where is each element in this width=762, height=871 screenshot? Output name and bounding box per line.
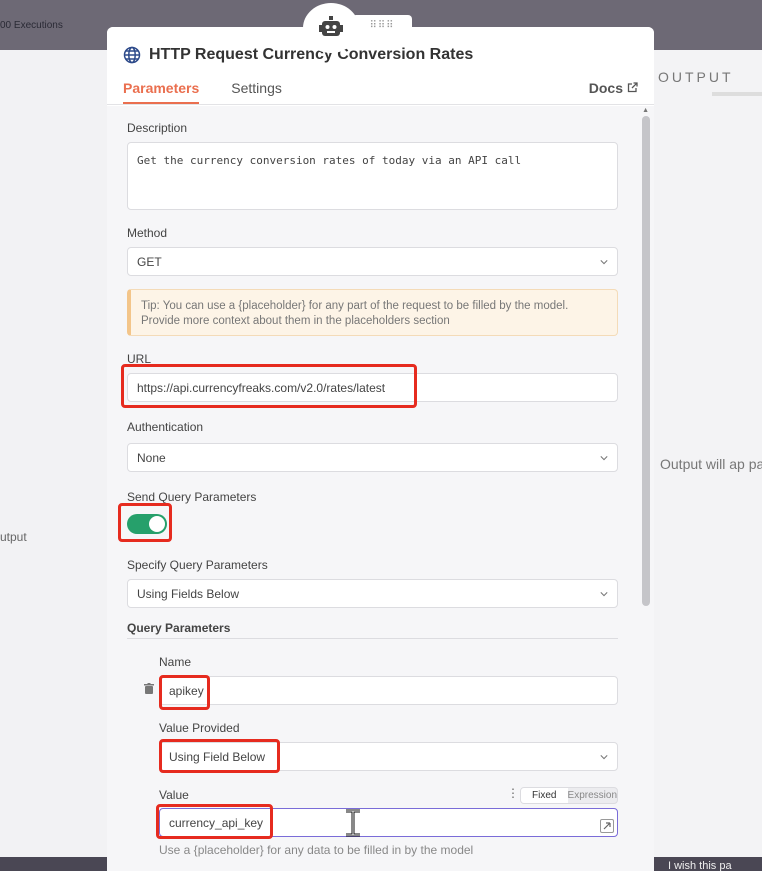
node-settings-panel: HTTP Request Currency Conversion Rates P… <box>107 27 654 871</box>
value-provided-label: Value Provided <box>159 721 240 735</box>
authentication-label: Authentication <box>127 420 204 434</box>
send-query-toggle[interactable] <box>127 514 167 534</box>
trash-icon[interactable] <box>144 681 154 699</box>
globe-icon <box>123 46 141 64</box>
specify-query-select[interactable]: Using Fields Below <box>127 579 618 608</box>
panel-title-text: HTTP Request Currency Conversion Rates <box>149 46 474 63</box>
value-provided-value: Using Field Below <box>169 749 266 764</box>
feedback-text: I wish this pa <box>668 860 732 871</box>
panel-body: ▲ Description Get the currency conversio… <box>107 106 654 871</box>
external-link-icon <box>627 80 638 96</box>
value-hint: Use a {placeholder} for any data to be f… <box>159 843 474 857</box>
robot-icon <box>303 3 359 53</box>
options-icon[interactable]: ⋮ <box>507 787 519 799</box>
text-cursor-icon <box>343 809 363 842</box>
output-panel-divider <box>712 92 762 96</box>
tabs: Parameters Settings <box>123 80 282 104</box>
panel-header: HTTP Request Currency Conversion Rates P… <box>107 27 654 105</box>
tab-settings[interactable]: Settings <box>231 80 282 104</box>
value-mode-toggle[interactable]: Fixed Expression <box>520 787 618 804</box>
chevron-down-icon <box>600 455 608 460</box>
method-select[interactable]: GET <box>127 247 618 276</box>
output-panel-hint: Output will ap parent <box>660 456 762 472</box>
chevron-down-icon <box>600 591 608 596</box>
input-panel-text: utput <box>0 530 27 544</box>
specify-query-label: Specify Query Parameters <box>127 558 268 572</box>
send-query-label: Send Query Parameters <box>127 490 257 504</box>
toggle-knob <box>149 516 165 532</box>
fixed-mode-button[interactable]: Fixed <box>521 788 568 803</box>
chevron-down-icon <box>600 754 608 759</box>
scroll-up-icon[interactable]: ▲ <box>642 107 649 114</box>
docs-link[interactable]: Docs <box>589 80 638 96</box>
authentication-select[interactable]: None <box>127 443 618 472</box>
input-panel-background <box>0 50 107 857</box>
chevron-down-icon <box>600 259 608 264</box>
expand-icon[interactable] <box>600 819 614 833</box>
description-textarea[interactable]: Get the currency conversion rates of tod… <box>127 142 618 210</box>
value-text: currency_api_key <box>169 815 264 830</box>
output-panel-background <box>654 50 762 857</box>
drag-handle-icon[interactable]: ⠿⠿⠿ <box>352 15 412 35</box>
query-parameters-heading: Query Parameters <box>127 621 231 635</box>
value-provided-select[interactable]: Using Field Below <box>159 742 618 771</box>
output-panel-title: OUTPUT <box>658 69 734 85</box>
scrollbar[interactable] <box>642 116 650 606</box>
panel-title: HTTP Request Currency Conversion Rates <box>123 46 473 64</box>
name-input[interactable]: apikey <box>159 676 618 705</box>
description-label: Description <box>127 121 188 135</box>
specify-query-value: Using Fields Below <box>137 586 240 601</box>
executions-count: 00 Executions <box>0 20 63 31</box>
divider <box>127 638 618 639</box>
method-value: GET <box>137 254 162 269</box>
tip-notice: Tip: You can use a {placeholder} for any… <box>127 289 618 336</box>
expression-mode-button[interactable]: Expression <box>568 788 617 803</box>
authentication-value: None <box>137 450 166 465</box>
method-label: Method <box>127 226 168 240</box>
url-input[interactable]: https://api.currencyfreaks.com/v2.0/rate… <box>127 373 618 402</box>
docs-label: Docs <box>588 80 623 96</box>
value-label: Value <box>159 788 189 802</box>
name-label: Name <box>159 655 192 669</box>
tab-parameters[interactable]: Parameters <box>123 80 200 104</box>
value-input[interactable]: currency_api_key <box>159 808 618 837</box>
url-label: URL <box>127 352 152 366</box>
